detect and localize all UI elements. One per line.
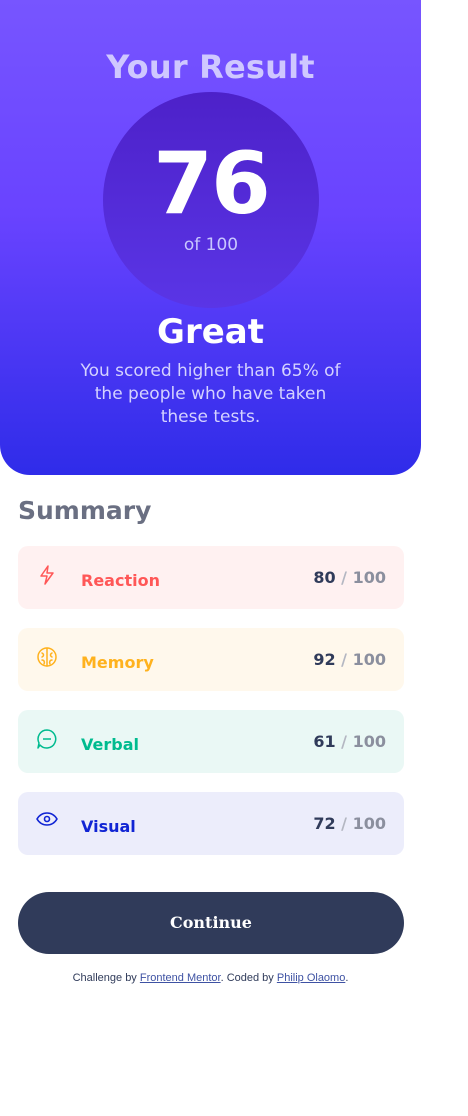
lightning-icon (36, 564, 58, 586)
score-value: 76 (153, 134, 271, 234)
continue-button[interactable]: Continue (18, 892, 404, 954)
score-separator: / (335, 814, 353, 833)
score-max: 100 (352, 732, 386, 751)
summary-item-label: Memory (81, 653, 154, 672)
summary-item-score: 92 / 100 (313, 650, 386, 669)
score-value: 61 (313, 732, 336, 751)
attribution-middle: . Coded by (220, 972, 274, 984)
score-of-label: of 100 (183, 235, 239, 255)
grade-description: You scored higher than 65% of the people… (80, 361, 341, 427)
grade-label: Great (157, 312, 264, 352)
summary-item-label: Visual (81, 817, 136, 836)
score-max: 100 (352, 814, 386, 833)
summary-item-score: 61 / 100 (313, 732, 386, 751)
score-value: 92 (313, 650, 336, 669)
attribution-suffix: . (345, 972, 349, 984)
summary-item-visual: Visual 72 / 100 (18, 792, 404, 855)
score-separator: / (335, 732, 353, 751)
summary-item-label: Reaction (81, 571, 160, 590)
score-separator: / (335, 568, 353, 587)
score-value: 72 (313, 814, 336, 833)
score-max: 100 (352, 650, 386, 669)
result-card: Your Result 76 of 100 Great You scored h… (0, 0, 421, 475)
summary-item-memory: Memory 92 / 100 (18, 628, 404, 691)
attribution: Challenge by Frontend Mentor. Coded by P… (0, 972, 421, 984)
chat-bubble-icon (36, 728, 58, 750)
summary-item-verbal: Verbal 61 / 100 (18, 710, 404, 773)
summary-item-score: 72 / 100 (313, 814, 386, 833)
summary-item-label: Verbal (81, 735, 139, 754)
brain-icon (36, 646, 58, 668)
summary-item-score: 80 / 100 (313, 568, 386, 587)
eye-icon (36, 810, 58, 832)
score-value: 80 (313, 568, 336, 587)
author-link[interactable]: Philip Olaomo (277, 972, 345, 984)
score-separator: / (335, 650, 353, 669)
attribution-prefix: Challenge by (72, 972, 137, 984)
score-circle: 76 of 100 (103, 92, 319, 308)
score-max: 100 (352, 568, 386, 587)
frontend-mentor-link[interactable]: Frontend Mentor (140, 972, 221, 984)
summary-item-reaction: Reaction 80 / 100 (18, 546, 404, 609)
summary-title: Summary (18, 496, 152, 525)
result-title: Your Result (106, 48, 315, 86)
